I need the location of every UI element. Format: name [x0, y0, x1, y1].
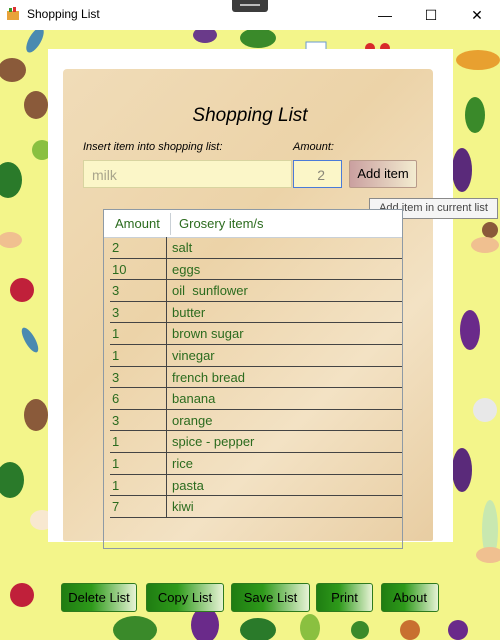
column-header-amount[interactable]: Amount — [115, 210, 160, 237]
amount-cell: 1 — [112, 323, 167, 344]
amount-cell: 6 — [112, 388, 167, 409]
amount-cell: 2 — [112, 237, 167, 258]
item-cell: orange — [172, 412, 213, 428]
item-cell: brown sugar — [172, 326, 244, 342]
amount-cell: 3 — [112, 280, 167, 301]
amount-cell: 1 — [112, 452, 167, 474]
table-row[interactable]: 3 orange — [110, 409, 402, 432]
window-title: Shopping List — [27, 7, 100, 21]
add-item-button[interactable]: Add item — [349, 160, 417, 188]
table-row[interactable]: 3 butter — [110, 301, 402, 324]
item-input[interactable]: milk — [83, 160, 292, 188]
table-row[interactable]: 1 spice - pepper — [110, 431, 402, 453]
amount-cell: 3 — [112, 366, 167, 388]
amount-input-label: Amount: — [293, 141, 334, 153]
copy-list-button[interactable]: Copy List — [146, 583, 224, 612]
shopping-list-grid[interactable]: Amount Grosery item/s 2 salt 10 eggs 3 oil … — [103, 209, 403, 549]
shopping-bag-icon — [7, 7, 19, 20]
item-cell: banana — [172, 391, 216, 407]
minimize-button[interactable]: — — [362, 0, 408, 30]
maximize-button[interactable]: ☐ — [408, 0, 454, 30]
page-title: Shopping List — [192, 105, 308, 126]
item-cell: butter — [172, 304, 206, 320]
table-row[interactable]: 2 salt — [110, 237, 402, 259]
table-row[interactable]: 1 pasta — [110, 474, 402, 497]
column-divider[interactable] — [170, 213, 171, 235]
print-button[interactable]: Print — [316, 583, 373, 612]
item-cell: oil sunflower — [172, 283, 248, 299]
amount-cell: 3 — [112, 409, 167, 431]
amount-input[interactable]: 2 — [293, 160, 342, 188]
table-row[interactable]: 10 eggs — [110, 258, 402, 281]
amount-cell: 7 — [112, 496, 167, 517]
delete-list-button[interactable]: Delete List — [61, 583, 137, 612]
title-bar[interactable]: Shopping List — ☐ ✕ — [0, 0, 500, 30]
amount-cell: 1 — [112, 431, 167, 452]
item-cell: pasta — [172, 477, 204, 493]
amount-cell: 1 — [112, 344, 167, 366]
close-button[interactable]: ✕ — [454, 0, 500, 30]
item-cell: salt — [172, 240, 193, 255]
item-cell: vinegar — [172, 347, 215, 363]
grid-rows: 2 salt 10 eggs 3 oil sunflower 3 butter 1 bro… — [110, 237, 402, 518]
grid-header: Amount Grosery item/s — [104, 210, 402, 238]
amount-cell: 1 — [112, 474, 167, 496]
table-row[interactable]: 6 banana — [110, 388, 402, 410]
amount-cell: 10 — [112, 258, 167, 280]
item-cell: french bread — [172, 369, 245, 385]
item-cell: kiwi — [172, 499, 194, 515]
table-row[interactable]: 1 rice — [110, 452, 402, 475]
item-cell: eggs — [172, 261, 201, 277]
drag-grip[interactable] — [232, 0, 268, 12]
table-row[interactable]: 3 oil sunflower — [110, 280, 402, 302]
table-row[interactable]: 7 kiwi — [110, 496, 402, 518]
table-row[interactable]: 1 vinegar — [110, 344, 402, 367]
item-cell: rice — [172, 455, 193, 471]
column-header-item[interactable]: Grosery item/s — [179, 210, 264, 237]
table-row[interactable]: 3 french bread — [110, 366, 402, 389]
table-row[interactable]: 1 brown sugar — [110, 323, 402, 345]
amount-cell: 3 — [112, 301, 167, 323]
item-cell: spice - pepper — [172, 434, 255, 450]
save-list-button[interactable]: Save List — [231, 583, 310, 612]
about-button[interactable]: About — [381, 583, 439, 612]
item-input-label: Insert item into shopping list: — [83, 141, 223, 153]
